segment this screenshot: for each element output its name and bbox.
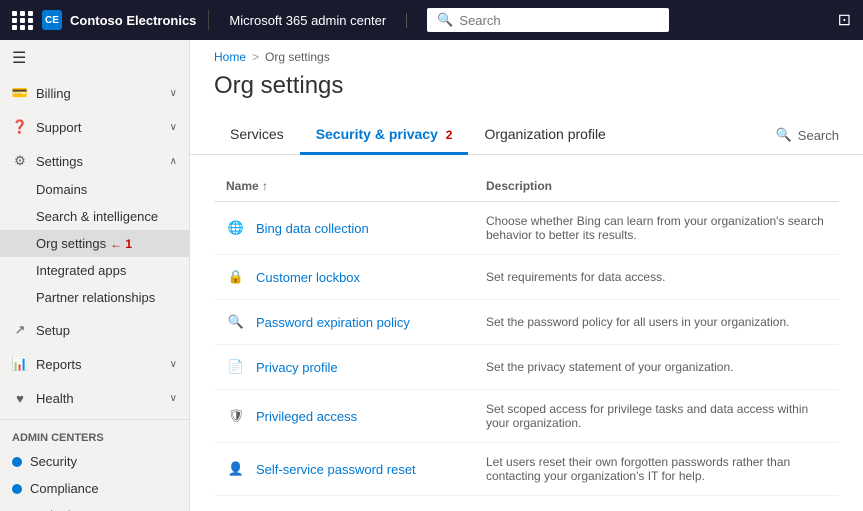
table-row[interactable]: 🛡 Privileged access Set scoped access fo… [214, 390, 839, 443]
sidebar-item-settings[interactable]: ⚙ Settings ∧ [0, 146, 189, 176]
chevron-up-icon: ∧ [170, 156, 177, 167]
tab-search-area[interactable]: 🔍 Search [776, 127, 839, 143]
table-header: Name ↑ Description [214, 171, 839, 202]
row-name-text: Privacy profile [256, 360, 338, 375]
support-icon: ❓ [12, 119, 28, 135]
sidebar-item-health[interactable]: ♥ Health ∨ [0, 383, 189, 413]
table-row[interactable]: 📄 Privacy profile Set the privacy statem… [214, 345, 839, 390]
admin-centers-header: Admin centers [0, 424, 189, 448]
nav-setup: ↗ Setup [0, 313, 189, 347]
compliance-dot-icon [12, 484, 22, 494]
nav-reports: 📊 Reports ∨ [0, 347, 189, 381]
row-name-text: Password expiration policy [256, 315, 410, 330]
topbar: CE Contoso Electronics Microsoft 365 adm… [0, 0, 863, 40]
row-name-text: Bing data collection [256, 221, 369, 236]
app-title: Microsoft 365 admin center [209, 13, 407, 28]
table-row[interactable]: 🌐 Bing data collection Choose whether Bi… [214, 202, 839, 255]
tab-security-privacy[interactable]: Security & privacy 2 [300, 116, 469, 155]
privileged-icon: 🛡 [226, 406, 246, 426]
sidebar-item-compliance[interactable]: Compliance [0, 475, 189, 502]
password-icon: 🔍 [226, 312, 246, 332]
annotation-arrow1: ← 1 [110, 237, 132, 251]
sidebar-item-integrated-apps[interactable]: Integrated apps [0, 257, 189, 284]
sidebar-item-billing[interactable]: 💳 Billing ∨ [0, 78, 189, 108]
sidebar-item-reports[interactable]: 📊 Reports ∨ [0, 349, 189, 379]
lockbox-icon: 🔒 [226, 267, 246, 287]
topbar-right: ⊡ [838, 10, 863, 30]
table-row[interactable]: 👤 Self-service password reset Let users … [214, 443, 839, 496]
page-title: Org settings [190, 68, 863, 116]
tab-search-icon: 🔍 [776, 127, 792, 143]
row-name-text: Privileged access [256, 409, 357, 424]
search-input[interactable] [459, 13, 659, 28]
sidebar: ☰ 💳 Billing ∨ ❓ Support ∨ ⚙ Settings ∧ [0, 0, 190, 511]
row-desc-text: Let users reset their own forgotten pass… [486, 455, 827, 483]
breadcrumb-separator: > [252, 50, 259, 64]
health-icon: ♥ [12, 390, 28, 406]
row-desc-text: Set the privacy statement of your organi… [486, 360, 827, 374]
row-desc-text: Choose whether Bing can learn from your … [486, 214, 827, 242]
nav-support: ❓ Support ∨ [0, 110, 189, 144]
chevron-down-icon: ∨ [170, 393, 177, 404]
app-grid-icon[interactable] [12, 11, 34, 30]
sidebar-item-endpoint-manager[interactable]: Endpoint Manager [0, 502, 189, 511]
sidebar-item-search-intelligence[interactable]: Search & intelligence [0, 203, 189, 230]
window-icon[interactable]: ⊡ [838, 10, 851, 30]
tab-org-profile[interactable]: Organization profile [468, 116, 621, 155]
sidebar-divider [0, 419, 189, 420]
tab-search-label: Search [798, 128, 839, 143]
row-name-text: Self-service password reset [256, 462, 416, 477]
row-desc-text: Set requirements for data access. [486, 270, 827, 284]
chevron-down-icon: ∨ [170, 359, 177, 370]
main-content: Home > Org settings Org settings Service… [190, 0, 863, 511]
sidebar-item-security[interactable]: Security [0, 448, 189, 475]
sidebar-item-domains[interactable]: Domains [0, 176, 189, 203]
row-desc-text: Set the password policy for all users in… [486, 315, 827, 329]
sidebar-item-partner-relationships[interactable]: Partner relationships [0, 284, 189, 311]
row-desc-text: Set scoped access for privilege tasks an… [486, 402, 827, 430]
chevron-down-icon: ∨ [170, 122, 177, 133]
col-name-header: Name ↑ [226, 179, 486, 193]
brand-area: CE Contoso Electronics [0, 10, 209, 30]
annotation-2: 2 [446, 128, 453, 142]
col-desc-header: Description [486, 179, 827, 193]
tab-services[interactable]: Services [214, 116, 300, 155]
brand-name: Contoso Electronics [70, 13, 196, 28]
search-box[interactable]: 🔍 [427, 8, 669, 32]
breadcrumb-home[interactable]: Home [214, 50, 246, 64]
hamburger-button[interactable]: ☰ [0, 40, 189, 76]
sidebar-item-setup[interactable]: ↗ Setup [0, 315, 189, 345]
security-dot-icon [12, 457, 22, 467]
row-name-text: Customer lockbox [256, 270, 360, 285]
billing-icon: 💳 [12, 85, 28, 101]
privacy-icon: 📄 [226, 357, 246, 377]
table-row[interactable]: 🔍 Password expiration policy Set the pas… [214, 300, 839, 345]
search-icon: 🔍 [437, 12, 453, 28]
self-service-icon: 👤 [226, 459, 246, 479]
nav-settings: ⚙ Settings ∧ Domains Search & intelligen… [0, 144, 189, 313]
bing-icon: 🌐 [226, 218, 246, 238]
nav-billing: 💳 Billing ∨ [0, 76, 189, 110]
settings-icon: ⚙ [12, 153, 28, 169]
brand-logo: CE [42, 10, 62, 30]
chevron-down-icon: ∨ [170, 88, 177, 99]
sidebar-item-org-settings[interactable]: Org settings ← 1 [0, 230, 189, 257]
reports-icon: 📊 [12, 356, 28, 372]
setup-icon: ↗ [12, 322, 28, 338]
settings-table: Name ↑ Description 🌐 Bing data collectio… [190, 155, 863, 511]
table-row[interactable]: ↔ Sharing 3 Control access for people ou… [214, 496, 839, 511]
nav-health: ♥ Health ∨ [0, 381, 189, 415]
breadcrumb: Home > Org settings [190, 40, 863, 68]
sidebar-item-support[interactable]: ❓ Support ∨ [0, 112, 189, 142]
tabs-bar: Services Security & privacy 2 Organizati… [190, 116, 863, 155]
breadcrumb-current: Org settings [265, 50, 330, 64]
table-row[interactable]: 🔒 Customer lockbox Set requirements for … [214, 255, 839, 300]
